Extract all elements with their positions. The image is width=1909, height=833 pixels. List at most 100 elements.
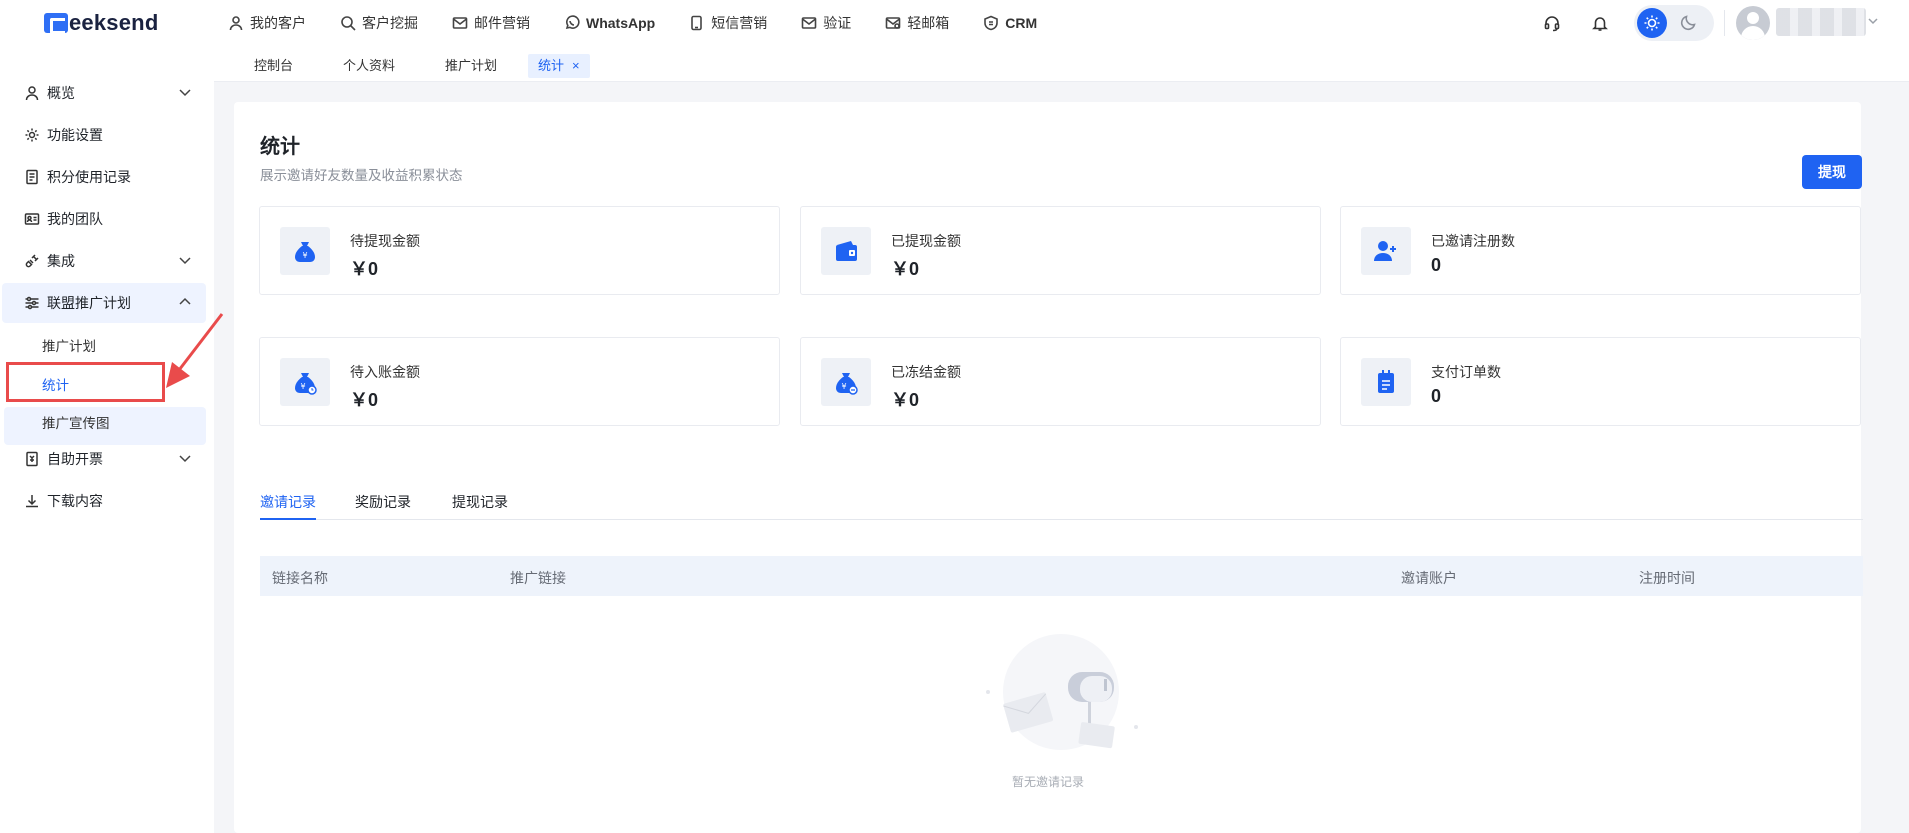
top-bar: eeksend 我的客户 客户挖掘 邮件营销 WhatsApp 短信营销 验证 [0,0,1909,46]
dark-mode-button[interactable] [1680,13,1698,36]
record-tabs: 邀请记录 奖励记录 提现记录 [260,488,1863,520]
sidebar-item-label: 联盟推广计划 [47,295,131,311]
nav-email-marketing[interactable]: 邮件营销 [452,13,530,33]
nav-label: WhatsApp [586,15,656,31]
gear-icon [24,127,40,143]
sun-icon [1644,15,1660,31]
stat-card-invited-signups: 已邀请注册数 0 [1340,206,1861,295]
sidebar-item-integration[interactable]: 集成 [0,241,206,281]
stat-value: ￥0 [350,390,379,410]
sidebar-item-points-records[interactable]: 积分使用记录 [0,157,206,197]
divider [1724,10,1725,36]
nav-verify[interactable]: 验证 [801,13,851,33]
sidebar-subitem-label: 推广计划 [42,339,96,354]
username-redacted[interactable] [1776,8,1866,36]
pointer-arrow-icon [166,313,224,388]
sidebar-item-label: 积分使用记录 [47,169,131,185]
sidebar-item-label: 概览 [47,85,75,101]
svg-text:¥: ¥ [841,382,846,391]
page-subtitle: 展示邀请好友数量及收益积累状态 [260,168,463,183]
sidebar-item-downloads[interactable]: 下载内容 [0,481,206,521]
stat-card-pending-credit: ¥ 待入账金额 ￥0 [259,337,780,426]
light-mode-button[interactable] [1637,8,1667,38]
nav-label: 短信营销 [711,15,768,31]
tab-profile[interactable]: 个人资料 [343,54,395,78]
stat-label: 支付订单数 [1431,364,1501,380]
tab-invite-records[interactable]: 邀请记录 [260,492,316,520]
stat-label: 待提现金额 [350,233,420,249]
sidebar-subitem-promotion-plan[interactable]: 推广计划 [42,335,96,355]
chevron-down-icon [178,85,192,102]
chevron-down-icon [178,253,192,270]
stat-value: ￥0 [891,259,920,279]
sidebar-subitem-label: 推广宣传图 [42,416,110,431]
stat-label: 已提现金额 [891,233,961,249]
mail-icon [452,17,468,29]
plug-icon [24,253,40,269]
nav-light-mailbox[interactable]: 轻邮箱 [885,13,949,33]
highlight-annotation [6,362,165,402]
page-title: 统计 [260,136,300,158]
sliders-icon [24,295,40,311]
theme-toggle[interactable] [1634,5,1714,41]
tab-console[interactable]: 控制台 [254,54,293,78]
column-header: 注册时间 [1639,570,1695,586]
tab-label: 控制台 [254,58,294,73]
nav-crm[interactable]: CRM [983,15,1037,31]
user-icon [24,85,40,101]
sms-icon [691,15,703,31]
stat-value: 0 [1431,386,1442,406]
avatar[interactable] [1736,6,1770,40]
sidebar-item-self-invoicing[interactable]: 自助开票 [0,439,206,479]
column-header: 邀请账户 [1401,570,1457,586]
money-bag-minus-icon: ¥ [821,358,871,406]
app-logo[interactable]: eeksend [44,10,158,36]
chevron-down-icon [178,451,192,468]
tab-label: 统计 [538,58,565,73]
sidebar-item-label: 我的团队 [47,211,103,227]
invoice-icon [24,451,40,467]
sidebar-item-settings[interactable]: 功能设置 [0,115,206,155]
tab-promotion-plan[interactable]: 推广计划 [445,54,497,78]
stat-label: 已邀请注册数 [1431,233,1515,249]
support-button[interactable] [1543,14,1561,37]
empty-state-text: 暂无邀请记录 [1012,775,1085,789]
stat-value: ￥0 [891,390,920,410]
close-icon[interactable]: × [572,58,580,73]
withdraw-button[interactable]: 提现 [1802,155,1862,189]
nav-customer-mining[interactable]: 客户挖掘 [340,13,418,33]
bell-icon [1592,17,1608,31]
tab-statistics[interactable]: 统计 × [528,54,590,78]
nav-label: 轻邮箱 [907,15,950,31]
logo-mark-icon [44,13,68,34]
main-content: 统计 展示邀请好友数量及收益积累状态 提现 ¥ 待提现金额 ￥0 已提现金额 ￥… [234,102,1863,833]
sidebar-item-my-team[interactable]: 我的团队 [0,199,206,239]
sidebar-item-label: 下载内容 [47,493,103,509]
wallet-icon [821,227,871,275]
tab-label: 个人资料 [343,58,396,73]
stat-card-frozen: ¥ 已冻结金额 ￥0 [800,337,1321,426]
empty-mailbox-illustration-icon [986,634,1138,750]
add-user-icon [1361,227,1411,275]
tab-reward-records[interactable]: 奖励记录 [355,492,411,520]
nav-my-customers[interactable]: 我的客户 [228,13,306,33]
notifications-button[interactable] [1591,14,1609,37]
tab-label: 推广计划 [445,58,498,73]
sidebar-subitem-promo-images[interactable]: 推广宣传图 [42,412,110,432]
user-icon [229,16,243,31]
user-menu-toggle[interactable] [1866,14,1880,33]
nav-whatsapp[interactable]: WhatsApp [564,15,655,31]
nav-sms-marketing[interactable]: 短信营销 [689,13,767,33]
stat-card-paid-orders: 支付订单数 0 [1340,337,1861,426]
stat-card-withdrawn: 已提现金额 ￥0 [800,206,1321,295]
sidebar-item-overview[interactable]: 概览 [0,73,206,113]
whatsapp-icon [565,15,580,30]
tab-withdraw-records[interactable]: 提现记录 [452,492,508,520]
money-bag-clock-icon: ¥ [280,358,330,406]
column-header: 推广链接 [510,570,566,586]
chevron-up-icon [178,295,192,312]
nav-label: 验证 [823,15,852,31]
moon-icon [1680,15,1696,31]
verify-mail-icon [801,17,817,29]
logo-text: eeksend [69,10,159,35]
